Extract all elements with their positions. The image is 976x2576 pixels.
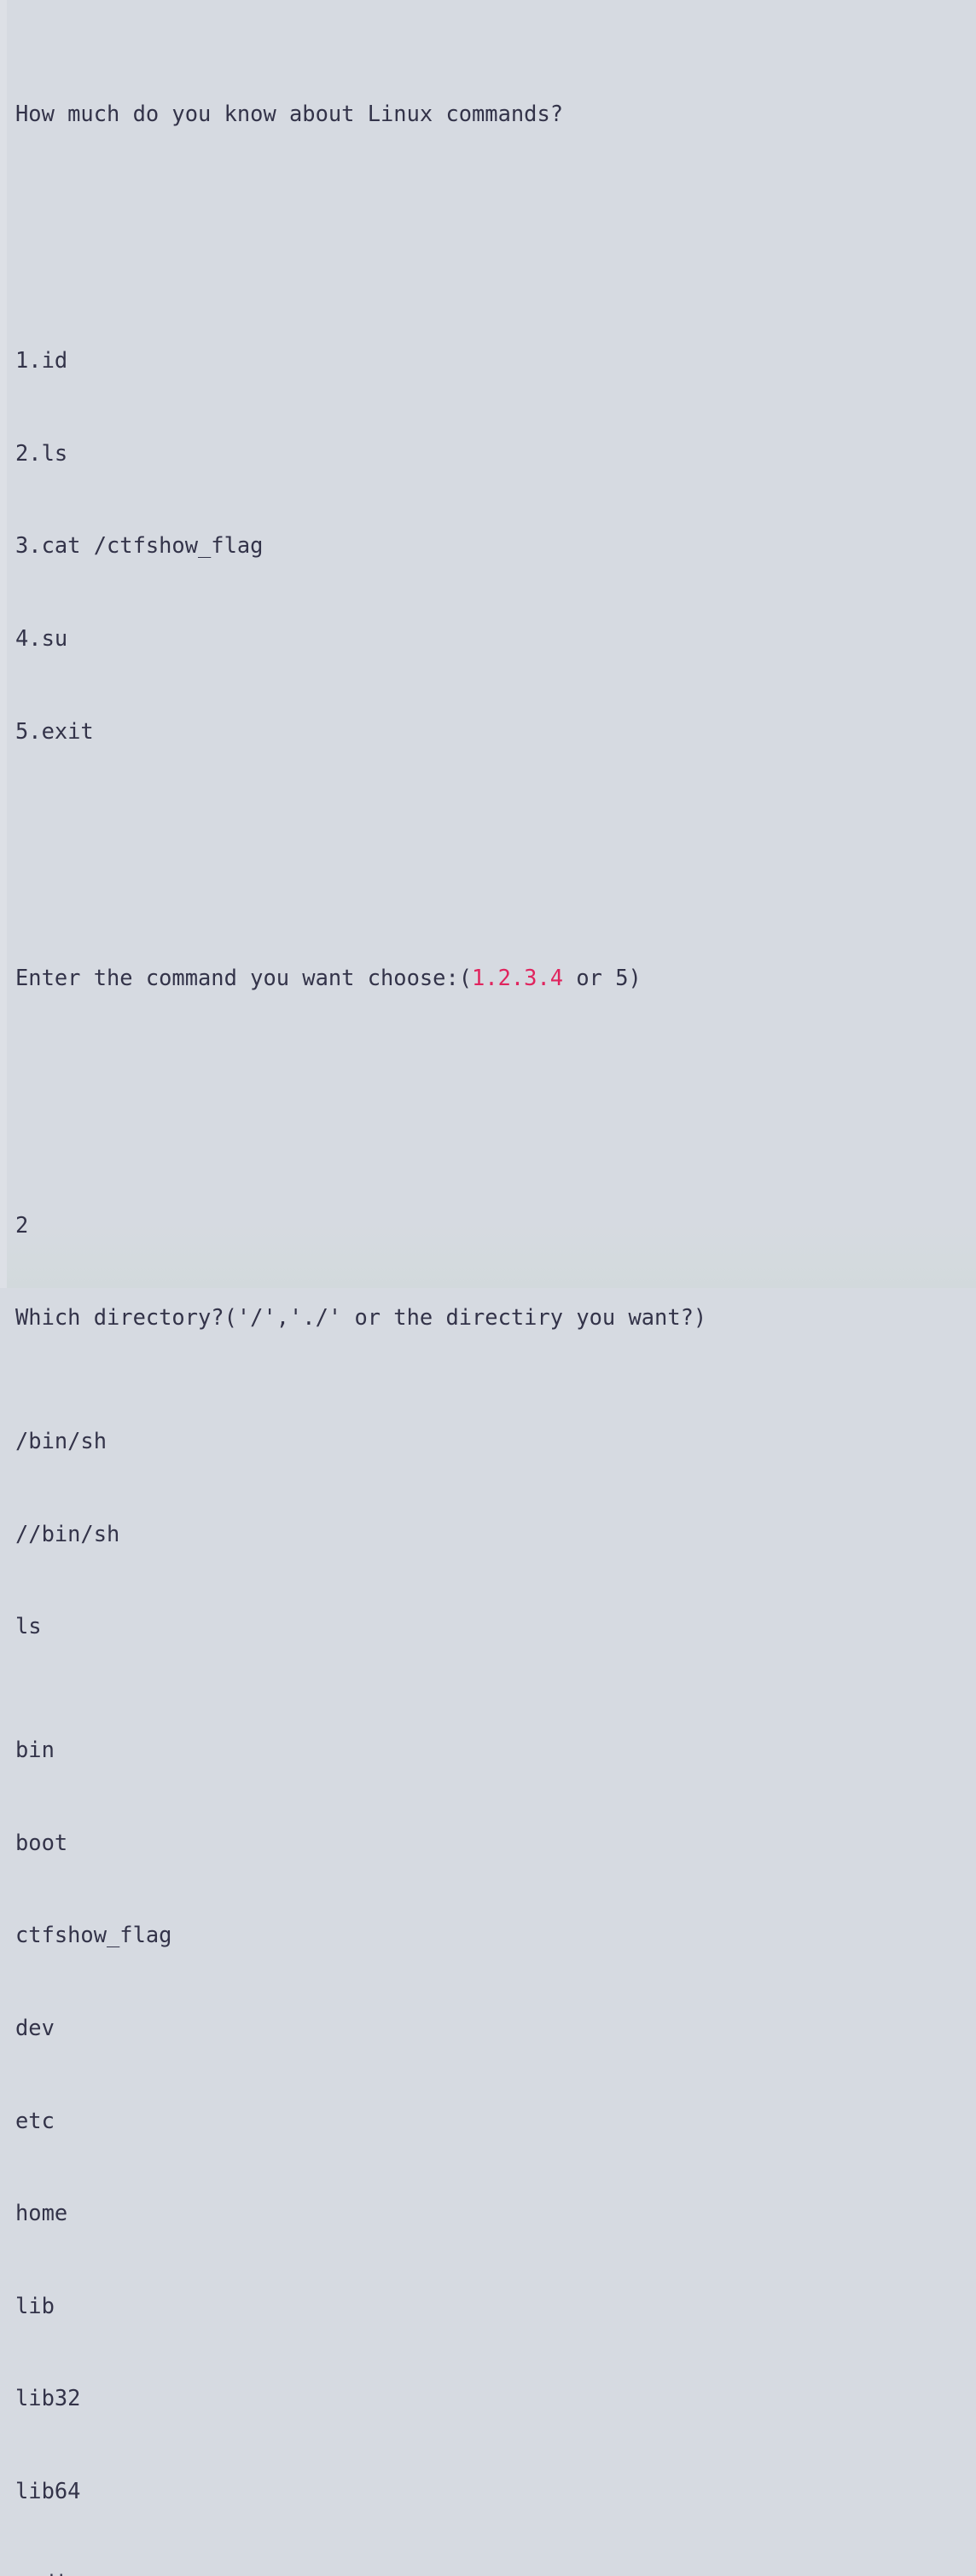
left-edge-strip — [0, 0, 7, 1288]
list-item: lib64 — [15, 2477, 81, 2503]
session-line: /bin/sh — [15, 1428, 107, 1454]
list-item: etc — [15, 2107, 55, 2133]
list-item: boot — [15, 1829, 68, 1855]
list-item: lib — [15, 2292, 55, 2318]
menu-item-4: 4.su — [15, 624, 68, 651]
list-item: dev — [15, 2014, 55, 2040]
menu-item-3: 3.cat /ctfshow_flag — [15, 532, 264, 559]
terminal-window[interactable]: How much do you know about Linux command… — [0, 0, 976, 2576]
menu-item-1: 1.id — [15, 347, 68, 374]
choose-prompt: Enter the command you want choose:(1.2.3… — [15, 962, 976, 993]
session-line: ls — [15, 1613, 42, 1639]
choose-prompt-prefix: Enter the command you want choose:( — [15, 965, 473, 991]
list-item: ctfshow_flag — [15, 1922, 172, 1948]
session-line: //bin/sh — [15, 1520, 120, 1546]
list-item: home — [15, 2200, 68, 2226]
list-item: lib32 — [15, 2385, 81, 2411]
choose-prompt-suffix: or 5) — [563, 965, 642, 991]
choose-prompt-options: 1.2.3.4 — [472, 965, 564, 991]
terminal-output[interactable]: How much do you know about Linux command… — [15, 5, 976, 2576]
prompt-title: How much do you know about Linux command… — [15, 100, 564, 126]
list-item: bin — [15, 1737, 55, 1763]
user-choice-echo: 2 — [15, 1211, 29, 1238]
menu-item-5: 5.exit — [15, 717, 94, 744]
menu-item-2: 2.ls — [15, 439, 68, 466]
list-item: media — [15, 2567, 976, 2576]
directory-prompt: Which directory?('/','./' or the directi… — [15, 1304, 707, 1331]
